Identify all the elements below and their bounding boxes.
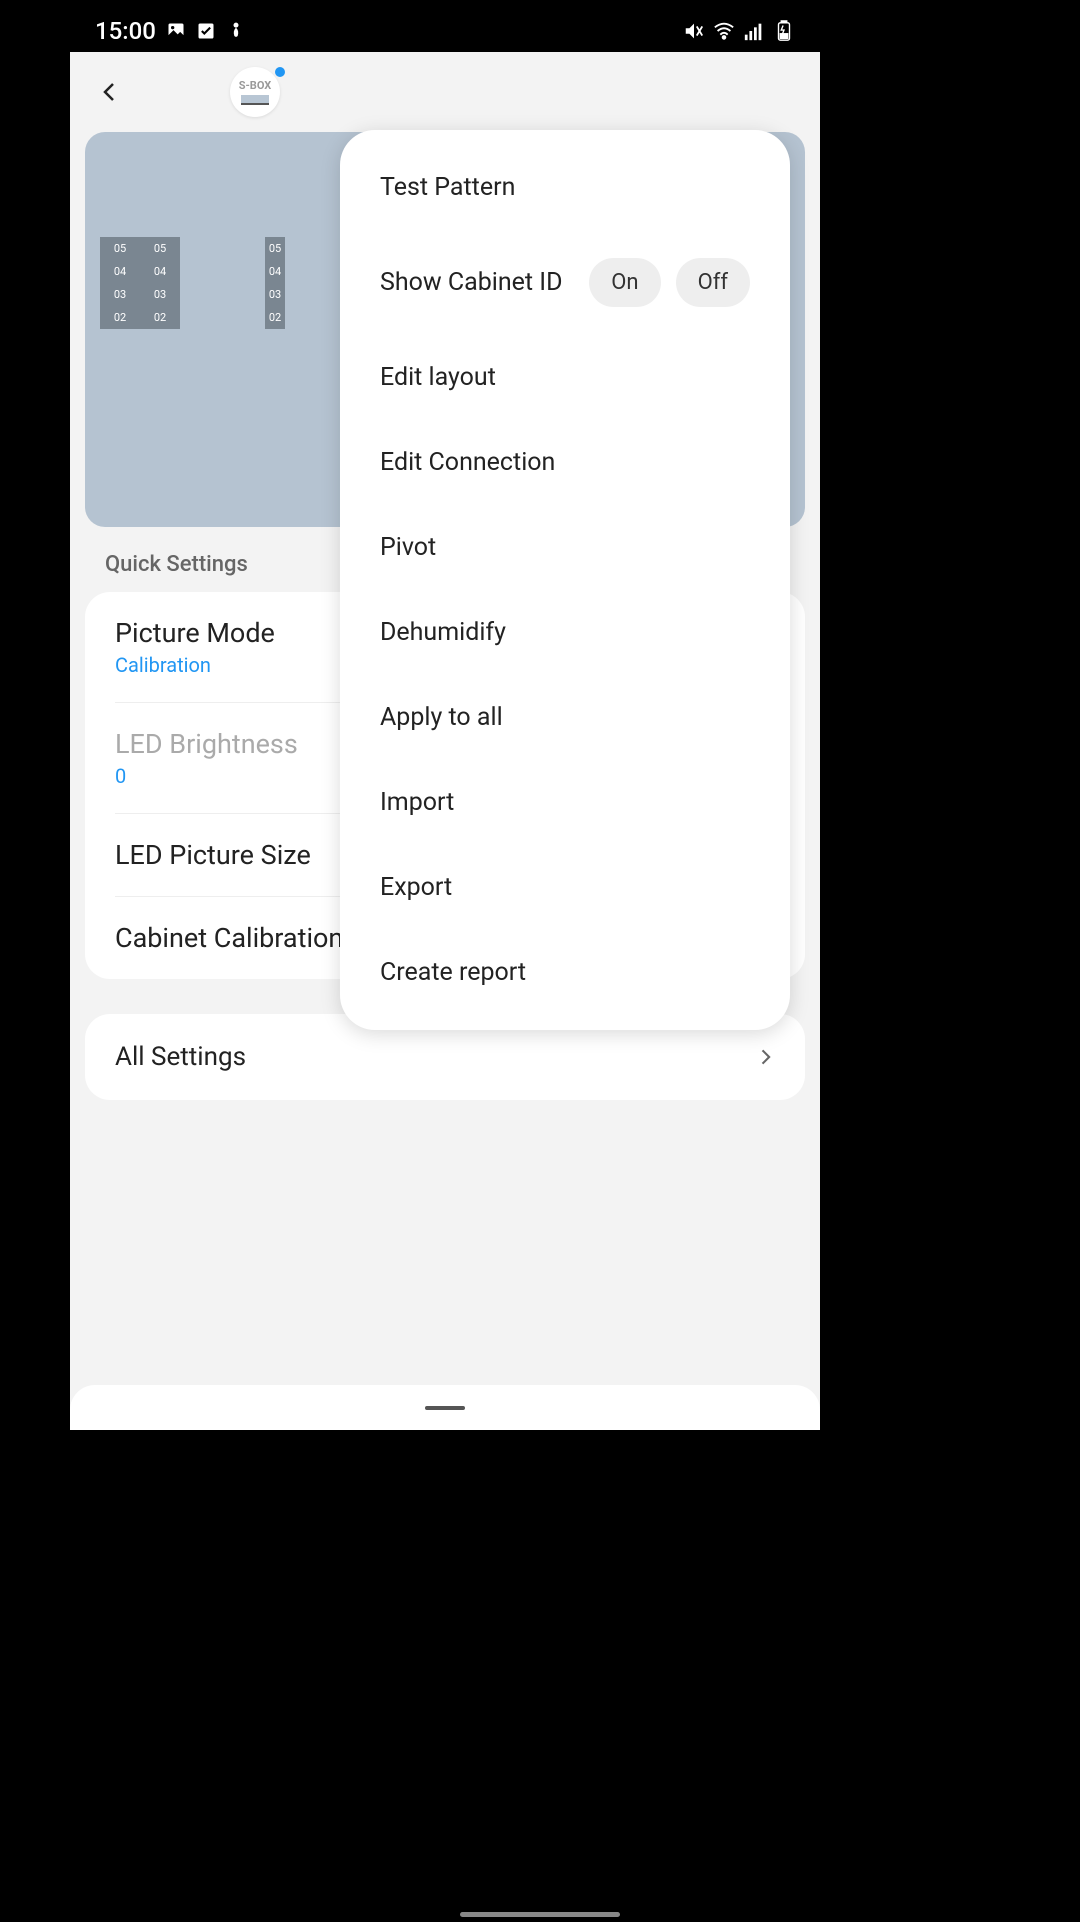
menu-test-pattern[interactable]: Test Pattern (340, 145, 790, 230)
navigation-handle[interactable] (460, 1912, 620, 1917)
wifi-icon (713, 20, 735, 42)
toggle-on-button[interactable]: On (589, 258, 660, 307)
menu-pivot[interactable]: Pivot (340, 505, 790, 590)
cabinet-cell: 04 (100, 260, 140, 283)
cabinet-cell: 04 (265, 260, 285, 283)
menu-apply-to-all[interactable]: Apply to all (340, 675, 790, 760)
cabinet-cell: 03 (100, 283, 140, 306)
cabinet-cell: 02 (265, 306, 285, 329)
bottom-sheet[interactable] (70, 1385, 820, 1430)
cabinet-cell: 02 (100, 306, 140, 329)
menu-label: Show Cabinet ID (380, 268, 563, 297)
cabinet-cell: 05 (265, 237, 285, 260)
menu-import[interactable]: Import (340, 760, 790, 845)
cabinet-cell: 04 (140, 260, 180, 283)
menu-show-cabinet-id: Show Cabinet ID On Off (340, 230, 790, 335)
menu-label: Test Pattern (380, 173, 515, 202)
all-settings-label: All Settings (115, 1042, 246, 1072)
menu-label: Create report (380, 958, 526, 987)
signal-icon (743, 20, 765, 42)
status-bar: 15:00 (70, 10, 820, 52)
menu-label: Dehumidify (380, 618, 506, 647)
chevron-left-icon (98, 80, 122, 104)
cabinet-cell: 03 (140, 283, 180, 306)
gallery-icon (166, 21, 186, 41)
cabinet-grid-right: 05 04 03 02 (265, 237, 285, 329)
menu-label: Edit Connection (380, 448, 555, 477)
battery-icon (773, 20, 795, 42)
menu-label: Apply to all (380, 703, 503, 732)
menu-edit-layout[interactable]: Edit layout (340, 335, 790, 420)
options-popup: Test Pattern Show Cabinet ID On Off Edit… (340, 130, 790, 1030)
cabinet-grid-left: 0505 0404 0303 0202 (100, 237, 180, 329)
menu-label: Pivot (380, 533, 436, 562)
menu-dehumidify[interactable]: Dehumidify (340, 590, 790, 675)
toggle-off-button[interactable]: Off (676, 258, 750, 307)
mute-icon (683, 20, 705, 42)
menu-export[interactable]: Export (340, 845, 790, 930)
back-button[interactable] (90, 72, 130, 112)
chevron-right-icon (755, 1047, 775, 1067)
sbox-device-badge[interactable]: S-BOX (230, 67, 280, 117)
cabinet-cell: 05 (140, 237, 180, 260)
menu-label: Export (380, 873, 452, 902)
menu-create-report[interactable]: Create report (340, 930, 790, 1015)
menu-edit-connection[interactable]: Edit Connection (340, 420, 790, 505)
sbox-label: S-BOX (239, 79, 272, 92)
header: S-BOX (70, 52, 820, 132)
menu-label: Edit layout (380, 363, 496, 392)
activity-icon (226, 21, 246, 41)
cabinet-cell: 02 (140, 306, 180, 329)
checkbox-icon (196, 21, 216, 41)
cabinet-cell: 03 (265, 283, 285, 306)
status-time: 15:00 (95, 17, 156, 45)
cabinet-cell: 05 (100, 237, 140, 260)
menu-label: Import (380, 788, 454, 817)
notification-dot-icon (275, 67, 285, 77)
drag-handle-icon (425, 1406, 465, 1410)
